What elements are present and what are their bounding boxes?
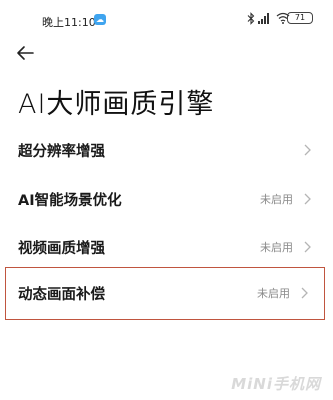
battery-icon: 71 <box>287 12 313 24</box>
setting-status: 未启用 <box>257 287 290 300</box>
setting-video-quality-enhance[interactable]: 视频画质增强 未启用 <box>0 222 333 272</box>
chevron-right-icon <box>301 287 308 299</box>
setting-label: 动态画面补偿 <box>18 287 105 303</box>
chevron-right-icon <box>304 241 311 253</box>
page-title: AI大师画质引擎 <box>18 89 215 120</box>
signal-hd-icon <box>258 13 269 24</box>
setting-status: 未启用 <box>260 193 293 206</box>
setting-ai-scene-optimization[interactable]: AI智能场景优化 未启用 <box>0 174 333 224</box>
watermark: MiNi手机网 <box>231 375 321 393</box>
setting-label: 视频画质增强 <box>18 241 105 257</box>
setting-label: AI智能场景优化 <box>18 193 122 209</box>
setting-motion-compensation[interactable]: 动态画面补偿 未启用 <box>5 267 325 320</box>
setting-status: 未启用 <box>260 241 293 254</box>
bluetooth-icon <box>247 12 255 25</box>
cloud-notification-icon: ☁ <box>94 14 106 25</box>
chevron-right-icon <box>304 193 311 205</box>
chevron-right-icon <box>304 144 311 156</box>
back-arrow-icon[interactable] <box>14 42 36 64</box>
setting-label: 超分辨率增强 <box>18 144 105 160</box>
status-bar: 晚上11:10 ☁ 71 <box>0 0 333 36</box>
status-time: 晚上11:10 <box>42 16 96 29</box>
setting-super-resolution[interactable]: 超分辨率增强 <box>0 125 333 175</box>
